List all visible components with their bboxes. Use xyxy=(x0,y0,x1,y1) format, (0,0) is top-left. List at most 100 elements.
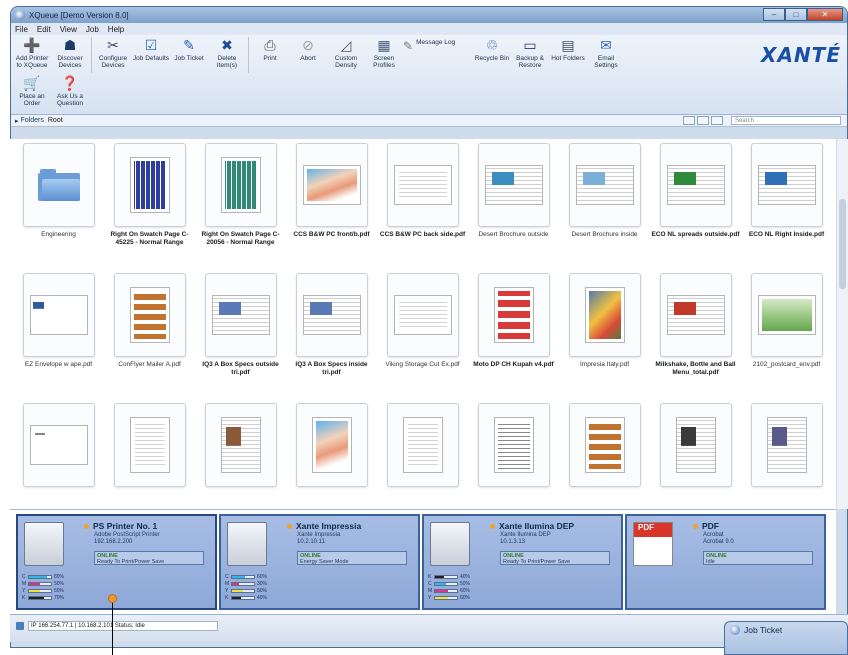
thumbnail-frame[interactable] xyxy=(568,143,641,227)
document-thumbnail[interactable]: EZ Envelope w ape.pdf xyxy=(14,273,103,403)
document-thumbnail[interactable] xyxy=(287,403,376,509)
cart-button[interactable]: 🛒 Place an Order xyxy=(13,75,51,113)
thumbnail-frame[interactable] xyxy=(113,403,186,487)
job-ticket-button[interactable]: ✎ Job Ticket xyxy=(170,37,208,75)
thumbnail-frame[interactable] xyxy=(386,143,459,227)
document-thumbnail[interactable] xyxy=(560,403,649,509)
thumbnail-frame[interactable] xyxy=(113,143,186,227)
configure-button[interactable]: ✂ Configure Devices xyxy=(94,37,132,75)
thumbnail-frame[interactable] xyxy=(477,273,550,357)
thumbnail-frame[interactable] xyxy=(659,143,732,227)
document-thumbnail[interactable]: IQ3 A Box Specs inside tri.pdf xyxy=(287,273,376,403)
menu-view[interactable]: View xyxy=(60,25,77,34)
menu-job[interactable]: Job xyxy=(86,25,99,34)
document-thumbnail[interactable]: Impresia Italy.pdf xyxy=(560,273,649,403)
thumbnail-frame[interactable] xyxy=(750,143,823,227)
backup-button[interactable]: ▭ Backup & Restore xyxy=(511,37,549,75)
document-thumbnail[interactable]: Milkshake, Bottle and Ball Menu_total.pd… xyxy=(651,273,740,403)
view-thumbnails-button[interactable] xyxy=(683,116,695,125)
help-button[interactable]: ❓ Ask Us a Question xyxy=(51,75,89,113)
printer-icon xyxy=(24,522,64,566)
density-button[interactable]: ◿ Custom Density xyxy=(327,37,365,75)
job-defaults-button[interactable]: ☑ Job Defaults xyxy=(132,37,170,75)
thumbnail-frame[interactable] xyxy=(477,143,550,227)
thumbnail-frame[interactable] xyxy=(22,403,95,487)
menu-help[interactable]: Help xyxy=(108,25,124,34)
thumbnail-frame[interactable] xyxy=(477,403,550,487)
thumbnail-frame[interactable] xyxy=(204,403,277,487)
document-thumbnail[interactable] xyxy=(469,403,558,509)
job-ticket-window[interactable]: Job Ticket xyxy=(724,621,848,655)
thumbnail-frame[interactable] xyxy=(386,403,459,487)
thumbnail-frame[interactable] xyxy=(659,403,732,487)
document-thumbnail[interactable]: ECO NL spreads outside.pdf xyxy=(651,143,740,273)
thumbnail-frame[interactable] xyxy=(204,273,277,357)
document-thumbnail[interactable] xyxy=(196,403,285,509)
recycle-bin-button[interactable]: ♲ Recycle Bin xyxy=(473,37,511,75)
message-log-button[interactable]: ✎ Message Log xyxy=(403,37,473,75)
thumbnail-frame[interactable] xyxy=(22,143,95,227)
minimize-button[interactable]: – xyxy=(763,8,785,21)
thumbnail-frame[interactable] xyxy=(204,143,277,227)
document-thumbnail[interactable]: CCS B&W PC back side.pdf xyxy=(378,143,467,273)
search-input[interactable]: Search xyxy=(731,116,841,125)
vertical-scrollbar[interactable] xyxy=(836,139,848,509)
document-thumbnail[interactable] xyxy=(742,403,831,509)
thumbnail-frame[interactable] xyxy=(113,273,186,357)
maximize-button[interactable]: □ xyxy=(785,8,807,21)
title-bar[interactable]: XQueue [Demo Version 8.0] – □ ✕ xyxy=(11,7,847,23)
document-preview xyxy=(584,417,625,473)
document-thumbnail[interactable]: CCS B&W PC front/b.pdf xyxy=(287,143,376,273)
job-ticket-titlebar[interactable]: Job Ticket xyxy=(725,622,847,638)
discover-button[interactable]: ☗ Discover Devices xyxy=(51,37,89,75)
document-thumbnail[interactable]: IQ3 A Box Specs outside tri.pdf xyxy=(196,273,285,403)
menu-file[interactable]: File xyxy=(15,25,28,34)
abort-button[interactable]: ⊘ Abort xyxy=(289,37,327,75)
delete-button[interactable]: ✖ Delete Item(s) xyxy=(208,37,246,75)
document-thumbnail[interactable] xyxy=(378,403,467,509)
document-thumbnail[interactable]: Moto DP CH Kupah v4.pdf xyxy=(469,273,558,403)
print-button[interactable]: ⎙ Print xyxy=(251,37,289,75)
document-thumbnail[interactable] xyxy=(14,403,103,509)
document-thumbnail[interactable]: Desert Brochure outside xyxy=(469,143,558,273)
breadcrumb[interactable]: Root xyxy=(48,117,63,124)
network-icon xyxy=(16,622,24,630)
screen-profiles-button[interactable]: ▦ Screen Profiles xyxy=(365,37,403,75)
email-button[interactable]: ✉ Email Settings xyxy=(587,37,625,75)
printer-card[interactable]: Xante Impressia Xante Impressia 10.2.10.11… xyxy=(219,514,420,610)
thumbnail-frame[interactable] xyxy=(750,273,823,357)
document-thumbnail[interactable]: ECO NL Right Inside.pdf xyxy=(742,143,831,273)
thumbnail-label: IQ3 A Box Specs outside tri.pdf xyxy=(202,361,279,376)
folder-item[interactable]: Engineering xyxy=(14,143,103,273)
document-thumbnail[interactable]: Right On Swatch Page C-20056 - Normal Ra… xyxy=(196,143,285,273)
menu-edit[interactable]: Edit xyxy=(37,25,51,34)
scrollbar-thumb[interactable] xyxy=(839,199,846,289)
folders-button[interactable]: ▸ Folders xyxy=(15,117,44,125)
thumbnail-frame[interactable] xyxy=(295,273,368,357)
thumbnail-frame[interactable] xyxy=(568,273,641,357)
hot-folders-button[interactable]: ▤ Hot Folders xyxy=(549,37,587,75)
document-thumbnail[interactable] xyxy=(651,403,740,509)
document-thumbnail[interactable]: 2102_postcard_env.pdf xyxy=(742,273,831,403)
toner-bar xyxy=(28,581,52,586)
printer-card[interactable]: Xante Ilumina DEP Xante Ilumina DEP 10.1.3… xyxy=(422,514,623,610)
thumbnail-frame[interactable] xyxy=(568,403,641,487)
view-list-button[interactable] xyxy=(697,116,709,125)
density-icon: ◿ xyxy=(340,37,352,53)
printer-status-box: ONLINE Idle xyxy=(703,551,813,565)
document-thumbnail[interactable]: Right On Swatch Page C-45225 - Normal Ra… xyxy=(105,143,194,273)
thumbnail-frame[interactable] xyxy=(750,403,823,487)
printer-card[interactable]: PDF PDF Acrobat Acrobat 9.0 ONLINE Idle xyxy=(625,514,826,610)
document-thumbnail[interactable]: Desert Brochure inside xyxy=(560,143,649,273)
document-thumbnail[interactable]: Viking Storage Cut Ex.pdf xyxy=(378,273,467,403)
thumbnail-frame[interactable] xyxy=(659,273,732,357)
view-details-button[interactable] xyxy=(711,116,723,125)
add-printer-button[interactable]: ➕ Add Printer to XQueue xyxy=(13,37,51,75)
thumbnail-frame[interactable] xyxy=(295,143,368,227)
thumbnail-frame[interactable] xyxy=(386,273,459,357)
close-button[interactable]: ✕ xyxy=(807,8,843,21)
document-thumbnail[interactable]: ConFlyer Mailer A.pdf xyxy=(105,273,194,403)
thumbnail-frame[interactable] xyxy=(22,273,95,357)
thumbnail-frame[interactable] xyxy=(295,403,368,487)
document-thumbnail[interactable] xyxy=(105,403,194,509)
